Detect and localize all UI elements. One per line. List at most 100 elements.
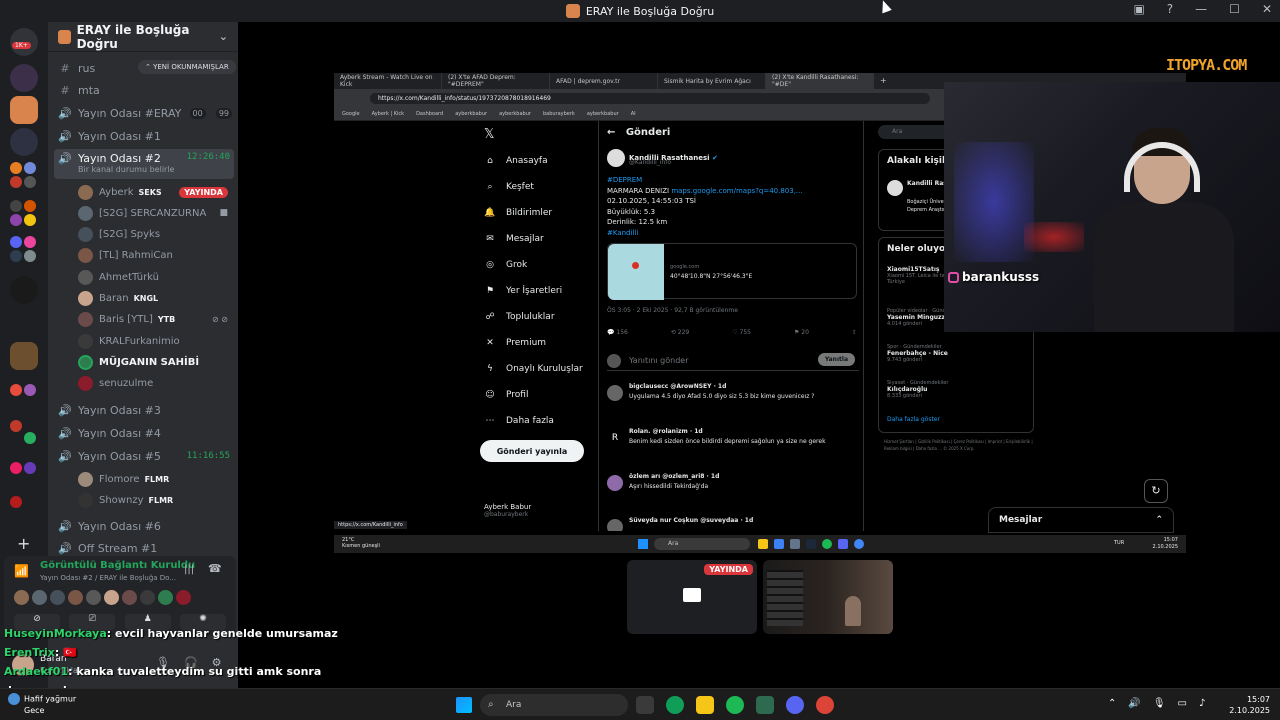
reply-composer[interactable]: Yanıtını gönder Yanıtla <box>607 351 859 371</box>
taskbar-search[interactable]: Ara <box>654 538 750 550</box>
nav-notifications[interactable]: 🔔 Bildirimler <box>484 205 604 221</box>
bookmark[interactable]: Google <box>342 111 360 117</box>
chevron-up-icon[interactable]: ⌃ <box>1108 698 1116 709</box>
server-icon-active[interactable] <box>10 96 38 124</box>
server-icon[interactable] <box>10 162 22 174</box>
bookmark-action[interactable]: ⚑ 20 <box>794 329 809 336</box>
discord-icon[interactable] <box>786 696 804 714</box>
voice-user[interactable]: MÜJGANIN SAHİBİ <box>78 352 228 372</box>
avatar[interactable] <box>32 590 47 605</box>
avatar[interactable] <box>176 590 191 605</box>
voice-user[interactable]: KRALFurkanimio <box>78 331 228 351</box>
server-icon[interactable] <box>10 342 38 370</box>
nav-communities[interactable]: ☍ Topluluklar <box>484 309 604 325</box>
bookmark[interactable]: ayberkbabur <box>455 111 487 117</box>
taskbar-clock[interactable]: 15:07 2.10.2025 <box>1153 537 1178 551</box>
trend-item[interactable]: Spor · Gündemdekiler Fenerbahçe - Nice 9.7… <box>887 344 1027 363</box>
voice-user[interactable]: Baran KNGL <box>78 288 228 308</box>
voice-user[interactable]: senuzulme <box>78 373 228 393</box>
discord-icon[interactable] <box>838 539 848 549</box>
server-icon[interactable] <box>24 384 36 396</box>
voice-user[interactable]: [S2G] SERCANZURNA ■ <box>78 203 228 223</box>
voice-status-title[interactable]: Görüntülü Bağlantı Kuruldu <box>40 560 195 571</box>
url-input[interactable]: https://x.com/Kandilli_info/status/19737… <box>370 92 930 104</box>
trend-item[interactable]: Siyaset · Gündemdekiler Kılıçdaroğlu 8.333… <box>887 380 1027 399</box>
nav-grok[interactable]: ◎ Grok <box>484 257 604 273</box>
mic-icon[interactable]: 🎙 <box>1153 698 1166 709</box>
voice-user[interactable]: Shownzy FLMR <box>78 490 228 510</box>
bookmark[interactable]: AI <box>631 111 636 117</box>
server-icon[interactable] <box>10 200 22 212</box>
maximize-button[interactable]: ☐ <box>1229 2 1240 16</box>
browser-tab[interactable]: AFAD | deprem.gov.tr <box>550 73 658 89</box>
channel-yayin-eray[interactable]: 🔊 Yayın Odası #ERAY 00 99 <box>54 103 234 123</box>
new-unreads-pill[interactable]: ⌃ YENİ OKUNMAMIŞLAR <box>138 60 236 74</box>
close-button[interactable]: ✕ <box>1262 2 1272 16</box>
server-icon[interactable] <box>10 128 38 156</box>
voice-user[interactable]: [S2G] Spyks <box>78 224 228 244</box>
map-preview-card[interactable]: google.com 40°48'10.8"N 27°56'46.3"E <box>607 243 857 300</box>
steam-icon[interactable] <box>806 539 816 549</box>
server-icon[interactable] <box>10 384 22 396</box>
nav-messages[interactable]: ✉ Mesajlar <box>484 231 604 247</box>
bookmark[interactable]: Dashboard <box>416 111 443 117</box>
bookmark[interactable]: ayberkbabur <box>499 111 531 117</box>
show-more-link[interactable]: Daha fazla göster <box>887 416 940 423</box>
channel-yayin-6[interactable]: 🔊 Yayın Odası #6 <box>54 516 234 536</box>
edge-icon[interactable] <box>666 696 684 714</box>
server-icon[interactable] <box>10 276 38 304</box>
voice-user[interactable]: AhmetTürkü <box>78 267 228 287</box>
speaker-icon[interactable]: ♪ <box>1199 698 1205 709</box>
server-icon[interactable] <box>24 250 36 262</box>
server-icon[interactable] <box>10 64 38 92</box>
channel-yayin-2[interactable]: 🔊 Yayın Odası #2 12:26:40 Bir kanal duru… <box>54 149 234 179</box>
server-icon[interactable] <box>24 432 36 444</box>
spotify-icon[interactable] <box>822 539 832 549</box>
reply-tweet[interactable]: özlem arı @ozlem_ari8 · 1d Aşırı hissedil… <box>607 473 859 509</box>
messages-drawer[interactable]: Mesajlar ⌃ <box>988 507 1174 533</box>
avatar[interactable] <box>140 590 155 605</box>
bookmark[interactable]: ayberkbabur <box>587 111 619 117</box>
add-server-icon[interactable]: + <box>17 534 30 553</box>
server-icon[interactable] <box>10 420 22 432</box>
avatar[interactable] <box>122 590 137 605</box>
x-logo-icon[interactable]: 𝕏 <box>484 127 494 142</box>
server-icon[interactable] <box>24 176 36 188</box>
weather-widget[interactable]: 21°C Kısmen güneşli <box>342 537 380 549</box>
server-icon[interactable] <box>10 214 22 226</box>
taskbar-search[interactable]: ⌕ Ara <box>480 694 628 716</box>
inbox-icon[interactable]: ▣ <box>1133 2 1144 16</box>
server-icon[interactable] <box>24 200 36 212</box>
app-icon[interactable] <box>756 696 774 714</box>
help-icon[interactable]: ? <box>1167 2 1173 16</box>
new-tab-icon[interactable]: + <box>874 73 887 89</box>
server-icon[interactable] <box>10 176 22 188</box>
volume-icon[interactable]: 🔊 <box>1128 698 1140 709</box>
avatar[interactable] <box>887 180 903 196</box>
nav-bookmarks[interactable]: ⚑ Yer İşaretleri <box>484 283 604 299</box>
browser-tab[interactable]: (2) X'te AFAD Deprem: "#DEPREM" <box>442 73 550 89</box>
weather-widget[interactable]: Hafif yağmur Gece <box>8 693 76 716</box>
language-indicator[interactable]: TUR <box>1114 540 1124 546</box>
channel-off-stream-1[interactable]: 🔊 Off Stream #1 <box>54 538 234 558</box>
task-view-icon[interactable] <box>636 696 654 714</box>
app-icon[interactable] <box>790 539 800 549</box>
avatar[interactable] <box>86 590 101 605</box>
avatar[interactable] <box>158 590 173 605</box>
voice-user[interactable]: Baris [YTL] YTB ⊘ ⊘ <box>78 309 228 329</box>
nav-home[interactable]: ⌂ Anasayfa <box>484 153 604 169</box>
browser-tab[interactable]: Sismik Harita by Evrim Ağacı <box>658 73 766 89</box>
server-icon[interactable] <box>10 236 22 248</box>
avatar[interactable] <box>14 590 29 605</box>
reply-tweet[interactable]: bigclausecc @ArowNSEY · 1d Uygulama 4.5 d… <box>607 383 859 419</box>
server-icon[interactable] <box>10 462 22 474</box>
expand-icon[interactable]: ⌃ <box>1155 515 1163 525</box>
avatar[interactable] <box>104 590 119 605</box>
hashtag-link[interactable]: #Kandilli <box>607 228 857 239</box>
reply-tweet[interactable]: R Rolan. @rolanizm · 1d Benim kedi sizden … <box>607 428 859 464</box>
channel-status-text[interactable]: Bir kanal durumu belirle <box>78 165 174 174</box>
voice-user[interactable]: Flomore FLMR <box>78 469 228 489</box>
folder-icon[interactable] <box>696 696 714 714</box>
back-arrow-icon[interactable]: ← <box>607 127 615 138</box>
channel-yayin-5[interactable]: 🔊 Yayın Odası #5 11:16:55 <box>54 446 234 466</box>
